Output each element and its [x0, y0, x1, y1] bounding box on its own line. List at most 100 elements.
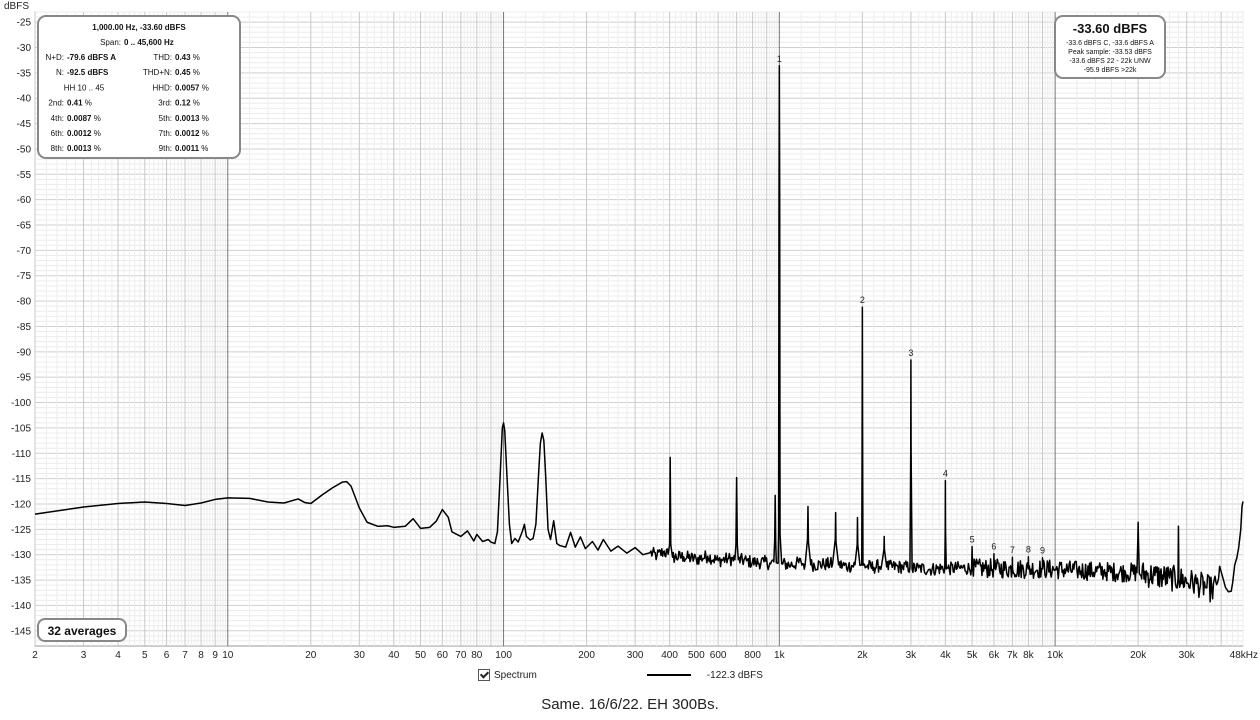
x-tick-label: 5: [142, 650, 148, 661]
y-tick-label: -95: [17, 373, 32, 384]
y-tick-label: -30: [17, 43, 32, 54]
level-line: -33.6 dBFS C, -33.6 dBFS A: [1066, 40, 1154, 47]
x-tick-label: 800: [744, 650, 761, 661]
y-tick-label: -45: [17, 119, 32, 130]
y-tick-label: -120: [11, 499, 31, 510]
info-span-value: 0 .. 45,600 Hz: [124, 38, 174, 47]
x-tick-label: 30: [354, 650, 366, 661]
x-tick-label: 6k: [989, 650, 1001, 661]
harmonic-label: 8: [1026, 545, 1031, 555]
x-tick-label: 50: [415, 650, 427, 661]
x-tick-label: 3: [81, 650, 87, 661]
spectrum-chart: -25 -30 -35 -40 -45 -50 -55 -60 -65 -70 -75 -80 -85 -…: [4, 1, 1258, 661]
x-tick-label: 6: [164, 650, 170, 661]
x-tick-label: 3k: [906, 650, 918, 661]
info-right-label: HHD:: [152, 83, 172, 92]
info-left-label: 2nd:: [48, 99, 64, 108]
info-title: 1,000.00 Hz, -33.60 dBFS: [92, 23, 186, 32]
y-tick-label: -75: [17, 271, 32, 282]
info-right-label: THD+N:: [143, 68, 172, 77]
x-tick-label: 80: [471, 650, 483, 661]
y-tick-label: -85: [17, 322, 32, 333]
y-tick-label: -40: [17, 94, 32, 105]
x-axis-ticks: 2 3 4 5 6 7 8 9 10 20 30 40 50 60 70 80 100 200 300 400 500 6…: [32, 650, 1258, 661]
x-tick-label: 2k: [857, 650, 869, 661]
info-left-label: HH 10 .. 45: [64, 83, 105, 92]
info-left-value: 0.0013 %: [67, 144, 101, 153]
info-right-value: 0.45 %: [175, 68, 200, 77]
info-left-value: -79.6 dBFS A: [67, 53, 116, 62]
x-tick-label: 400: [661, 650, 678, 661]
y-tick-label: -80: [17, 297, 32, 308]
x-tick-label: 4k: [940, 650, 952, 661]
y-tick-label: -35: [17, 68, 32, 79]
info-right-value: 0.43 %: [175, 53, 200, 62]
x-tick-label: 8k: [1023, 650, 1035, 661]
harmonic-label: 2: [860, 295, 865, 305]
x-tick-label: 70: [455, 650, 467, 661]
averages-badge: 32 averages: [37, 618, 127, 642]
y-tick-label: -130: [11, 550, 31, 561]
info-right-label: 3rd:: [158, 99, 172, 108]
info-left-label: 8th:: [51, 144, 64, 153]
x-tick-label: 7k: [1007, 650, 1019, 661]
x-tick-label: 48kHz: [1230, 650, 1258, 661]
info-left-label: 6th:: [51, 129, 64, 138]
y-tick-label: -115: [12, 474, 32, 485]
legend: Spectrum -122.3 dBFS: [478, 668, 763, 682]
x-tick-label: 7: [182, 650, 188, 661]
x-tick-label: 10k: [1047, 650, 1064, 661]
info-right-label: 9th:: [159, 144, 172, 153]
y-tick-label: -125: [11, 525, 31, 536]
y-tick-label: -105: [11, 423, 31, 434]
legend-label: Spectrum: [494, 669, 537, 681]
harmonic-label: 3: [908, 348, 913, 358]
info-right-value: 0.0012 %: [175, 129, 209, 138]
y-tick-label: -145: [11, 626, 31, 637]
info-left-value: 0.0087 %: [67, 114, 101, 123]
level-line: -95.9 dBFS >22k: [1084, 67, 1137, 74]
chart-caption: Same. 16/6/22. EH 300Bs.: [541, 696, 719, 713]
x-tick-label: 500: [688, 650, 705, 661]
info-panel: 1,000.00 Hz, -33.60 dBFS Span: 0 .. 45,6…: [37, 15, 241, 159]
x-tick-label: 60: [437, 650, 449, 661]
x-tick-label: 4: [115, 650, 121, 661]
x-tick-label: 30k: [1179, 650, 1196, 661]
averages-text: 32 averages: [48, 624, 117, 638]
info-left-value: 0.41 %: [67, 99, 92, 108]
info-right-value: 0.0057 %: [175, 83, 209, 92]
y-tick-label: -60: [17, 195, 32, 206]
info-left-label: 4th:: [51, 114, 64, 123]
x-tick-label: 1k: [774, 650, 786, 661]
level-line: Peak sample: -33.53 dBFS: [1068, 49, 1152, 56]
harmonic-label: 5: [970, 535, 975, 545]
info-left-value: -92.5 dBFS: [67, 68, 109, 77]
info-right-value: 0.0011 %: [175, 144, 208, 153]
legend-value: -122.3 dBFS: [706, 669, 763, 681]
info-right-value: 0.0013 %: [175, 114, 209, 123]
x-tick-label: 40: [388, 650, 400, 661]
x-tick-label: 10: [222, 650, 234, 661]
harmonic-label: 6: [991, 542, 996, 552]
info-right-value: 0.12 %: [175, 99, 200, 108]
x-tick-label: 200: [578, 650, 595, 661]
info-right-label: 5th:: [159, 114, 172, 123]
x-tick-label: 20: [305, 650, 317, 661]
info-span-label: Span:: [100, 38, 121, 47]
info-right-label: THD:: [153, 53, 172, 62]
x-tick-label: 100: [495, 650, 512, 661]
legend-line-swatch: [646, 674, 691, 676]
info-left-label: N+D:: [46, 53, 64, 62]
y-tick-label: -140: [11, 601, 31, 612]
y-tick-label: -135: [11, 576, 31, 587]
x-tick-label: 600: [710, 650, 727, 661]
spectrum-checkbox[interactable]: [478, 669, 490, 681]
x-tick-label: 9: [212, 650, 218, 661]
level-panel: -33.60 dBFS -33.6 dBFS C, -33.6 dBFS A P…: [1054, 15, 1166, 79]
y-tick-label: -50: [17, 144, 32, 155]
harmonic-label: 4: [943, 469, 948, 479]
y-axis-unit: dBFS: [4, 1, 29, 12]
harmonic-label: 7: [1010, 545, 1015, 555]
harmonic-label: 9: [1040, 546, 1045, 556]
info-right-label: 7th:: [159, 129, 172, 138]
